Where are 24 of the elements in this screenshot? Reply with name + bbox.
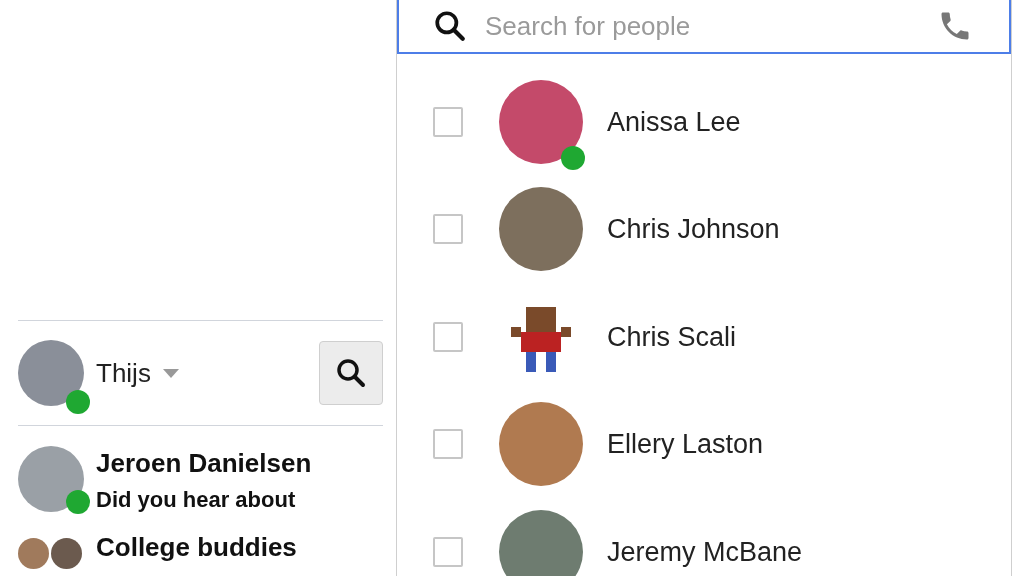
avatar-photo xyxy=(18,538,49,569)
checkbox[interactable] xyxy=(433,536,463,567)
search-button[interactable] xyxy=(319,341,383,405)
contact-name[interactable]: Chris Johnson xyxy=(607,209,780,250)
search-input[interactable]: Search for people xyxy=(485,6,919,46)
checkbox[interactable] xyxy=(433,429,463,460)
search-field[interactable]: Search for people xyxy=(397,0,1011,54)
conversation-name: College buddies xyxy=(96,531,297,564)
conversation-item[interactable]: College buddies xyxy=(18,530,383,569)
dropdown-caret-icon[interactable] xyxy=(162,368,179,378)
search-icon xyxy=(335,357,367,389)
contact-name[interactable]: Anissa Lee xyxy=(607,101,741,142)
user-name: Thijs xyxy=(96,356,151,390)
message-preview: Did you hear about xyxy=(96,486,297,514)
contact-name[interactable]: Chris Scali xyxy=(607,316,737,357)
checkbox[interactable] xyxy=(433,214,463,245)
checkbox[interactable] xyxy=(433,106,463,137)
search-icon xyxy=(433,9,467,43)
avatar-photo xyxy=(51,538,82,569)
conversation-name: Jeroen Danielsen xyxy=(96,447,312,480)
conversation-item[interactable]: Jeroen Danielsen Did you hear about xyxy=(18,446,383,516)
contact-name[interactable]: Ellery Laston xyxy=(607,424,764,465)
contact-name[interactable]: Jeremy McBane xyxy=(607,531,803,572)
checkbox[interactable] xyxy=(433,321,463,352)
